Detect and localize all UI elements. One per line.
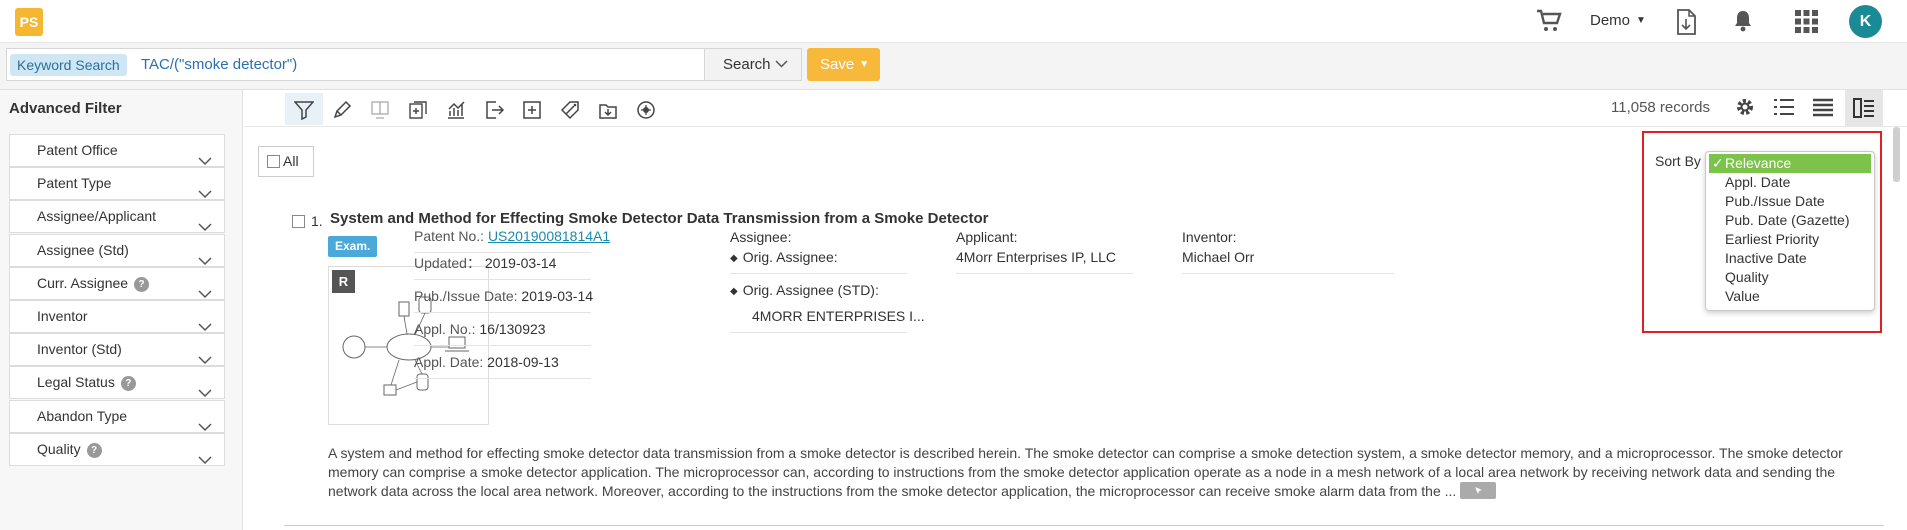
top-bar: PS Demo ▼ K <box>0 0 1907 43</box>
updated-value: 2019-03-14 <box>484 255 557 271</box>
pointer-icon <box>1475 487 1483 494</box>
chevron-down-icon <box>775 49 788 80</box>
filter-inventor-std[interactable]: Inventor (Std) <box>9 333 225 367</box>
filter-patent-office[interactable]: Patent Office <box>9 134 225 167</box>
inventor-value[interactable]: Michael Orr <box>1182 241 1394 274</box>
tag-icon[interactable] <box>551 93 589 125</box>
user-menu[interactable]: Demo ▼ <box>1590 12 1646 29</box>
sidebar-title: Advanced Filter <box>9 100 122 117</box>
patent-number-link[interactable]: US20190081814A1 <box>488 228 610 244</box>
filter-label: Patent Office <box>37 142 118 158</box>
filter-label: Quality <box>37 440 81 457</box>
filter-label: Inventor (Std) <box>37 341 122 358</box>
updated-field: Updated： 2019-03-14 <box>414 247 591 280</box>
appl-no-value: 16/130923 <box>479 321 546 337</box>
thumbnail-badge: R <box>332 270 355 293</box>
filter-inventor[interactable]: Inventor <box>9 300 225 333</box>
filter-label: Assignee/Applicant <box>37 208 157 225</box>
document-export-icon[interactable] <box>1675 9 1697 38</box>
analytics-chart-icon[interactable] <box>437 93 475 125</box>
add-box-icon[interactable] <box>513 93 551 125</box>
results-toolbar: 11,058 records <box>244 90 1907 127</box>
detail-view-icon[interactable] <box>1845 90 1883 127</box>
advanced-filter-sidebar: Advanced Filter Patent Office Patent Type… <box>0 90 243 530</box>
avatar[interactable]: K <box>1849 5 1882 38</box>
help-icon[interactable]: ? <box>86 442 102 458</box>
appl-date-field: Appl. Date: 2018-09-13 <box>414 346 591 379</box>
checkbox[interactable] <box>267 155 280 168</box>
search-button[interactable]: Search <box>704 48 802 81</box>
save-button[interactable]: Save ▼ <box>807 48 880 81</box>
cart-icon[interactable] <box>1536 9 1562 36</box>
compact-view-icon[interactable] <box>1812 96 1834 121</box>
filter-label: Abandon Type <box>37 407 128 424</box>
save-to-folder-icon[interactable] <box>589 93 627 125</box>
caret-down-icon: ▼ <box>1636 15 1646 26</box>
expand-abstract-button[interactable] <box>1460 482 1497 499</box>
help-icon[interactable]: ? <box>134 276 150 292</box>
save-button-label: Save <box>820 56 855 73</box>
search-input[interactable]: Keyword Search TAC/("smoke detector") <box>6 48 710 81</box>
chevron-down-icon <box>198 445 212 476</box>
search-bar: Keyword Search TAC/("smoke detector") Se… <box>0 43 1907 90</box>
record-count: 11,058 records <box>1611 99 1710 116</box>
export-icon[interactable] <box>475 93 513 125</box>
filter-abandon-type[interactable]: Abandon Type <box>9 399 225 433</box>
monitor-alert-icon[interactable] <box>627 93 665 125</box>
appl-no-field: Appl. No.: 16/130923 <box>414 313 591 346</box>
search-query[interactable]: TAC/("smoke detector") <box>141 56 297 73</box>
search-button-label: Search <box>723 56 771 73</box>
help-icon[interactable]: ? <box>120 376 136 392</box>
apps-grid-icon[interactable] <box>1795 10 1818 36</box>
filter-icon[interactable] <box>285 93 323 125</box>
filter-patent-type[interactable]: Patent Type <box>9 167 225 201</box>
result-checkbox[interactable] <box>292 213 308 229</box>
caret-down-icon: ▼ <box>859 59 870 70</box>
filter-label: Patent Type <box>37 175 112 192</box>
filter-assignee-applicant[interactable]: Assignee/Applicant <box>9 200 225 234</box>
diamond-bullet-icon: ◆ <box>730 286 738 297</box>
filter-assignee-std[interactable]: Assignee (Std) <box>9 233 225 267</box>
add-to-workspace-icon[interactable] <box>399 93 437 125</box>
app-logo[interactable]: PS <box>15 8 43 36</box>
filter-label: Inventor <box>37 308 88 324</box>
user-menu-label: Demo <box>1590 12 1631 29</box>
applicant-value[interactable]: 4Morr Enterprises IP, LLC <box>956 241 1133 274</box>
filter-label: Assignee (Std) <box>37 241 129 258</box>
compare-icon <box>361 93 399 125</box>
scrollbar[interactable] <box>1893 127 1900 182</box>
highlight-annotation-box <box>1642 131 1882 333</box>
divider <box>284 525 1884 526</box>
filter-quality[interactable]: Quality? <box>9 432 225 466</box>
appl-date-value: 2018-09-13 <box>487 354 559 370</box>
keyword-search-tag[interactable]: Keyword Search <box>10 54 127 76</box>
select-all-label: All <box>283 153 299 169</box>
status-badge: Exam. <box>328 236 378 257</box>
checkbox[interactable] <box>292 215 305 228</box>
bell-icon[interactable] <box>1732 9 1754 36</box>
highlight-pen-icon[interactable] <box>323 93 361 125</box>
result-abstract: A system and method for effecting smoke … <box>328 445 1843 499</box>
gear-icon[interactable] <box>1734 96 1756 121</box>
list-view-icon[interactable] <box>1773 96 1795 121</box>
pub-date-field: Pub./Issue Date: 2019-03-14 <box>414 280 594 313</box>
orig-assignee-std-value[interactable]: 4MORR ENTERPRISES I... <box>730 300 925 333</box>
pub-date-value: 2019-03-14 <box>521 288 594 304</box>
select-all-checkbox[interactable]: All <box>258 146 314 177</box>
filter-legal-status[interactable]: Legal Status? <box>9 366 225 400</box>
filter-curr-assignee[interactable]: Curr. Assignee? <box>9 266 225 300</box>
orig-assignee-field: ◆ Orig. Assignee: <box>730 241 907 274</box>
diamond-bullet-icon: ◆ <box>730 253 738 264</box>
filter-label: Legal Status <box>37 374 115 391</box>
filter-label: Curr. Assignee <box>37 274 129 291</box>
result-number: 1. <box>311 213 323 229</box>
